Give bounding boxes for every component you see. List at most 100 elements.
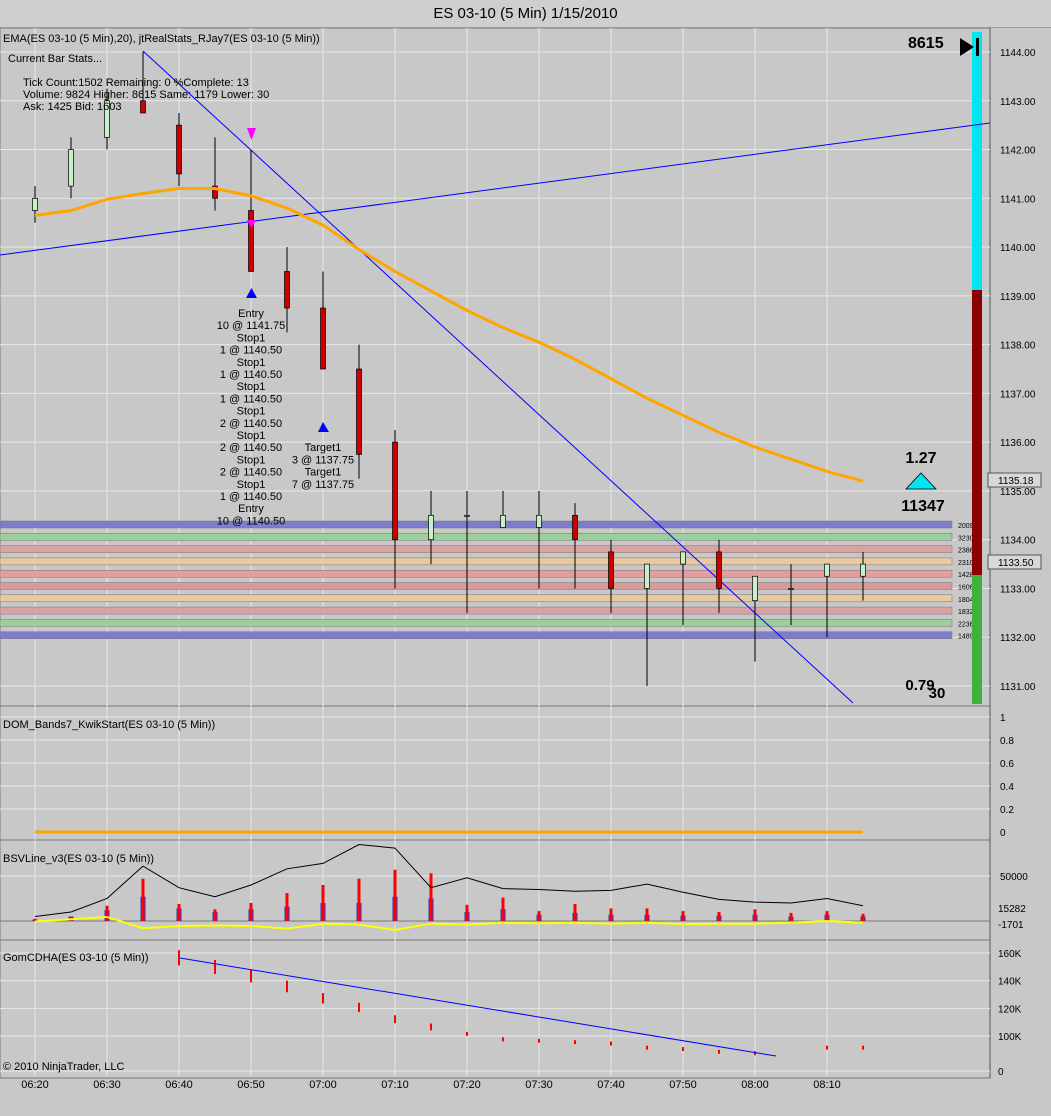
candle-body <box>572 514 578 541</box>
x-tick-label: 07:50 <box>669 1079 697 1091</box>
bsv-bar-red <box>465 904 469 921</box>
candle-body <box>392 441 398 541</box>
cdha-y-tick: 160K <box>998 949 1022 960</box>
bsv-bar-red <box>105 905 109 921</box>
x-tick-label: 06:40 <box>165 1079 193 1091</box>
trade-annotation-left: 1 @ 1140.50 <box>220 345 282 357</box>
y-tick-label: 1137.00 <box>1000 389 1036 400</box>
y-tick-label: 1136.00 <box>1000 438 1036 449</box>
trade-annotation-left: Stop1 <box>237 406 266 418</box>
dom-band-label: 2386 <box>958 548 974 555</box>
bsv-bar-red <box>213 909 217 921</box>
bsv-bar-red <box>141 878 145 921</box>
candle-body <box>536 514 542 528</box>
bsv-bar-red <box>537 911 541 921</box>
dom-band <box>0 520 953 529</box>
panel-0 <box>0 27 991 707</box>
bsv-bar-red <box>501 897 505 921</box>
trade-annotation-right: 3 @ 1137.75 <box>292 454 354 466</box>
candle-body <box>752 575 758 602</box>
dom-y-tick: 0.6 <box>1000 759 1014 770</box>
bsv-bar-red <box>573 903 577 921</box>
trade-annotation-left: 10 @ 1141.75 <box>217 320 285 332</box>
dom-band <box>0 619 953 627</box>
y-tick-label: 1142.00 <box>1000 146 1036 157</box>
trade-annotation-left: Entry <box>238 308 264 320</box>
candle-body <box>176 124 182 175</box>
y-tick-label: 1132.00 <box>1000 633 1036 644</box>
x-tick-label: 07:10 <box>381 1079 409 1091</box>
trade-annotation-left: 1 @ 1140.50 <box>220 491 282 503</box>
bsv-bar-red <box>249 903 253 921</box>
y-tick-label: 1140.00 <box>1000 243 1036 254</box>
copyright: © 2010 NinjaTrader, LLC <box>3 1061 124 1073</box>
dom-band-label: 1606 <box>958 585 974 592</box>
candle-body <box>356 368 362 455</box>
dom-band-label: 1804 <box>958 597 974 604</box>
trade-annotation-left: Stop1 <box>237 332 266 344</box>
dom-band <box>0 582 953 590</box>
y-tick-label: 1131.00 <box>1000 682 1036 693</box>
candle-body <box>140 100 146 114</box>
price-tag-prev: 1135.18 <box>998 476 1034 487</box>
bsv-bar-red <box>825 911 829 921</box>
price-tag-last: 1133.50 <box>998 558 1034 569</box>
dom-y-tick: 0.4 <box>1000 782 1014 793</box>
top-right-value: 8615 <box>908 35 944 52</box>
bottom-count: 30 <box>929 685 946 702</box>
trade-annotation-left: Stop1 <box>237 381 266 393</box>
bsv-bar-red <box>645 908 649 921</box>
y-tick-label: 1133.00 <box>1000 584 1036 595</box>
bsv-bar-red <box>177 903 181 921</box>
price-indicator-label: EMA(ES 03-10 (5 Min),20), jtRealStats_RJ… <box>3 33 320 45</box>
x-tick-label: 06:50 <box>237 1079 265 1091</box>
dom-band-label: 1428 <box>958 572 974 579</box>
x-tick-label: 07:20 <box>453 1079 481 1091</box>
bsv-bar-red <box>357 878 361 921</box>
trade-annotation-left: Stop1 <box>237 430 266 442</box>
trade-annotation-left: Stop1 <box>237 479 266 491</box>
y-tick-label: 1134.00 <box>1000 536 1036 547</box>
x-tick-label: 07:40 <box>597 1079 625 1091</box>
panel-3 <box>0 939 991 1079</box>
candle-body <box>464 514 470 517</box>
trade-annotation-left: Entry <box>238 503 264 515</box>
dom-band <box>0 594 953 603</box>
stats-line-2: Volume: 9824 Higher: 8615 Same: 1179 Low… <box>23 89 270 101</box>
window-title: ES 03-10 (5 Min) 1/15/2010 <box>0 0 1051 28</box>
volume-green-bar <box>972 575 982 704</box>
x-tick-label: 08:10 <box>813 1079 841 1091</box>
candle-body <box>824 563 830 577</box>
dom-y-tick: 0.2 <box>1000 805 1014 816</box>
y-tick-label: 1144.00 <box>1000 48 1036 59</box>
y-tick-label: 1139.00 <box>1000 292 1036 303</box>
bsv-y-tick: 50000 <box>1000 872 1028 883</box>
cdha-y-tick: 140K <box>998 977 1022 988</box>
y-tick-label: 1141.00 <box>1000 194 1036 205</box>
bsv-bar-red <box>717 912 721 921</box>
y-tick-label: 1138.00 <box>1000 341 1036 352</box>
chart-canvas: 06:20 06:30 06:40 06:50 07:00 07:10 07:20 07:30… <box>0 27 1042 1091</box>
candle-body <box>860 563 866 577</box>
bsv-bar-red <box>789 912 793 921</box>
dom-band <box>0 533 953 541</box>
candle-body <box>680 551 686 565</box>
trade-annotation-right: Target1 <box>305 467 342 479</box>
cdha-y-tick: 0 <box>998 1067 1004 1078</box>
cdha-y-tick: 100K <box>998 1032 1022 1043</box>
trade-annotation-left: 1 @ 1140.50 <box>220 393 282 405</box>
x-tick-label: 08:00 <box>741 1079 769 1091</box>
x-tick-label: 06:30 <box>93 1079 121 1091</box>
trade-annotation-left: Stop1 <box>237 357 266 369</box>
y-tick-label: 1135.00 <box>1000 487 1036 498</box>
dom-label: DOM_Bands7_KwikStart(ES 03-10 (5 Min)) <box>3 719 215 731</box>
trade-annotation-left: 2 @ 1140.50 <box>220 442 282 454</box>
play-bar-icon <box>976 38 979 56</box>
dom-band-label: 2310 <box>958 560 974 567</box>
bsv-bar-red <box>681 911 685 921</box>
bsv-tag-bottom: -1701 <box>998 920 1024 931</box>
bsv-tag-top: 15282 <box>998 904 1026 915</box>
candle-body <box>428 514 434 541</box>
x-tick-label: 06:20 <box>21 1079 49 1091</box>
current-bar-stats-label: Current Bar Stats... <box>8 53 103 65</box>
